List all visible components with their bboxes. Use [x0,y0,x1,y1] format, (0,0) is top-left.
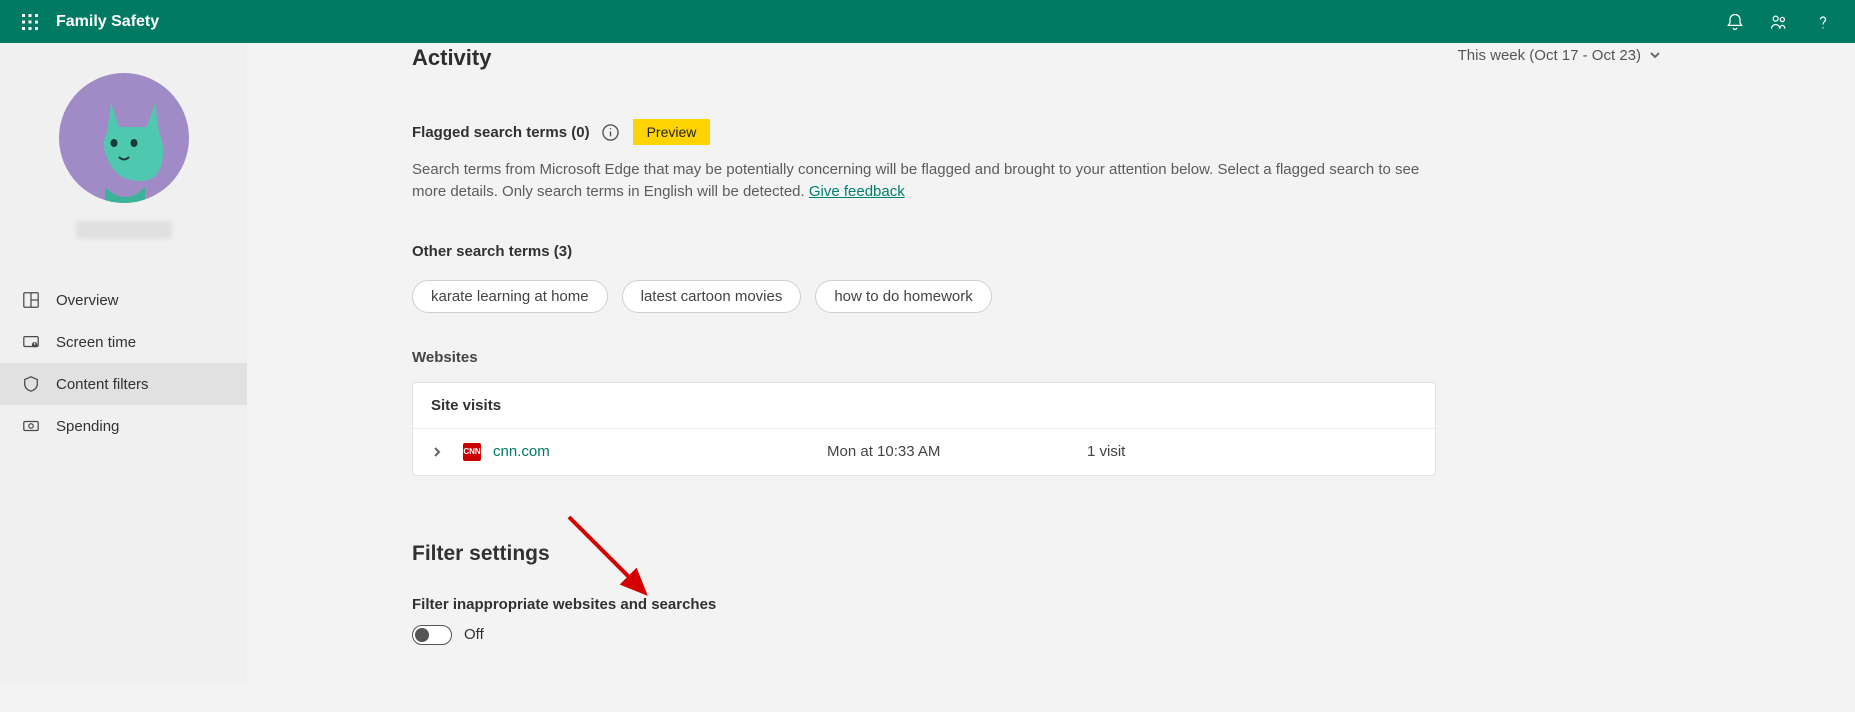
sidebar-item-label: Screen time [56,334,136,351]
shield-icon [22,375,40,393]
search-term-chip[interactable]: latest cartoon movies [622,280,802,313]
spending-icon [22,417,40,435]
week-range-label: This week (Oct 17 - Oct 23) [1458,47,1641,64]
avatar[interactable] [59,73,189,203]
sidebar: Overview Screen time Content filters Spe… [0,43,247,685]
profile-name-redacted [76,221,172,239]
sidebar-item-overview[interactable]: Overview [0,279,247,321]
site-name: cnn.com [493,443,550,460]
search-term-chip[interactable]: how to do homework [815,280,991,313]
filter-toggle-state: Off [464,626,484,643]
site-visits-card: Site visits CNN cnn.com Mon at 10:33 AM … [412,382,1436,476]
app-title: Family Safety [56,13,159,31]
screen-time-icon [22,333,40,351]
site-visits-header: Site visits [413,383,1435,429]
help-icon[interactable] [1801,0,1845,43]
visit-count: 1 visit [1087,443,1417,460]
notifications-icon[interactable] [1713,0,1757,43]
site-favicon: CNN [463,443,481,461]
flagged-terms-label: Flagged search terms (0) [412,124,590,141]
other-terms-label: Other search terms (3) [412,243,1667,260]
page-title: Activity [412,45,491,71]
profile-avatar-block [0,73,247,239]
other-terms-chips: karate learning at home latest cartoon m… [412,280,1667,313]
app-header: Family Safety [0,0,1855,43]
sidebar-nav: Overview Screen time Content filters Spe… [0,279,247,447]
sidebar-item-label: Overview [56,292,119,309]
flagged-description: Search terms from Microsoft Edge that ma… [412,159,1422,203]
sidebar-item-content-filters[interactable]: Content filters [0,363,247,405]
give-feedback-link[interactable]: Give feedback [809,183,905,200]
filter-toggle[interactable] [412,625,452,645]
overview-icon [22,291,40,309]
chevron-down-icon [1649,49,1661,61]
sidebar-item-label: Content filters [56,376,149,393]
site-visit-row[interactable]: CNN cnn.com Mon at 10:33 AM 1 visit [413,429,1435,475]
sidebar-item-label: Spending [56,418,119,435]
app-launcher-icon[interactable] [10,2,50,42]
info-icon[interactable] [602,124,619,141]
visit-time: Mon at 10:33 AM [827,443,1087,460]
filter-toggle-label: Filter inappropriate websites and search… [412,596,1667,613]
search-term-chip[interactable]: karate learning at home [412,280,608,313]
filter-settings-title: Filter settings [412,542,1667,566]
sidebar-item-spending[interactable]: Spending [0,405,247,447]
chevron-right-icon [431,446,445,458]
flagged-description-text: Search terms from Microsoft Edge that ma… [412,161,1419,200]
preview-badge: Preview [633,119,711,145]
sidebar-item-screen-time[interactable]: Screen time [0,321,247,363]
week-range-selector[interactable]: This week (Oct 17 - Oct 23) [1458,47,1661,64]
websites-label: Websites [412,349,1667,366]
family-group-icon[interactable] [1757,0,1801,43]
main-content: Activity This week (Oct 17 - Oct 23) Fla… [247,43,1667,685]
